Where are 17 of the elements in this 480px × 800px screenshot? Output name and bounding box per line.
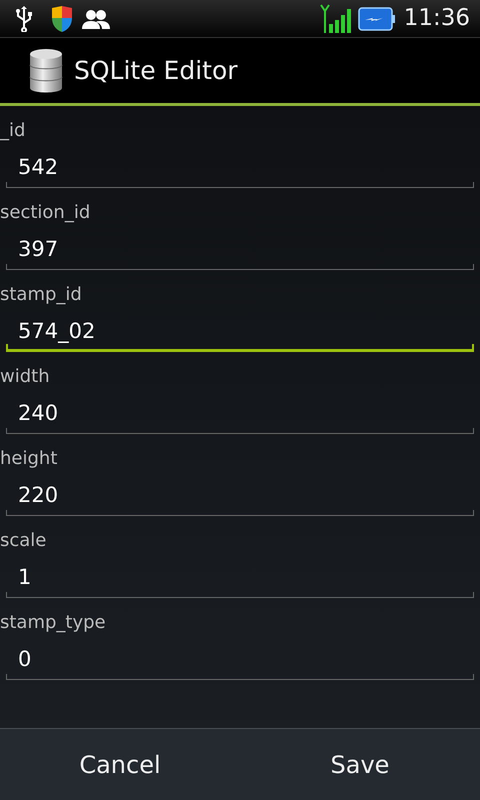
field-label: scale — [0, 529, 48, 553]
field-label: _id — [0, 119, 26, 143]
field-label: stamp_id — [0, 283, 83, 307]
cancel-button[interactable]: Cancel — [0, 729, 240, 800]
battery-icon — [358, 6, 396, 32]
clock-time: 11:36 — [404, 4, 470, 34]
field-label: stamp_type — [0, 611, 107, 635]
database-icon — [28, 48, 64, 94]
app-title: SQLite Editor — [74, 54, 238, 87]
field-label: width — [0, 365, 51, 389]
save-button[interactable]: Save — [240, 729, 480, 800]
usb-icon — [14, 6, 34, 32]
shield-icon — [50, 4, 74, 32]
field-label: section_id — [0, 201, 92, 225]
field-label: height — [0, 447, 58, 471]
people-icon — [82, 8, 110, 30]
signal-icon — [320, 4, 354, 34]
